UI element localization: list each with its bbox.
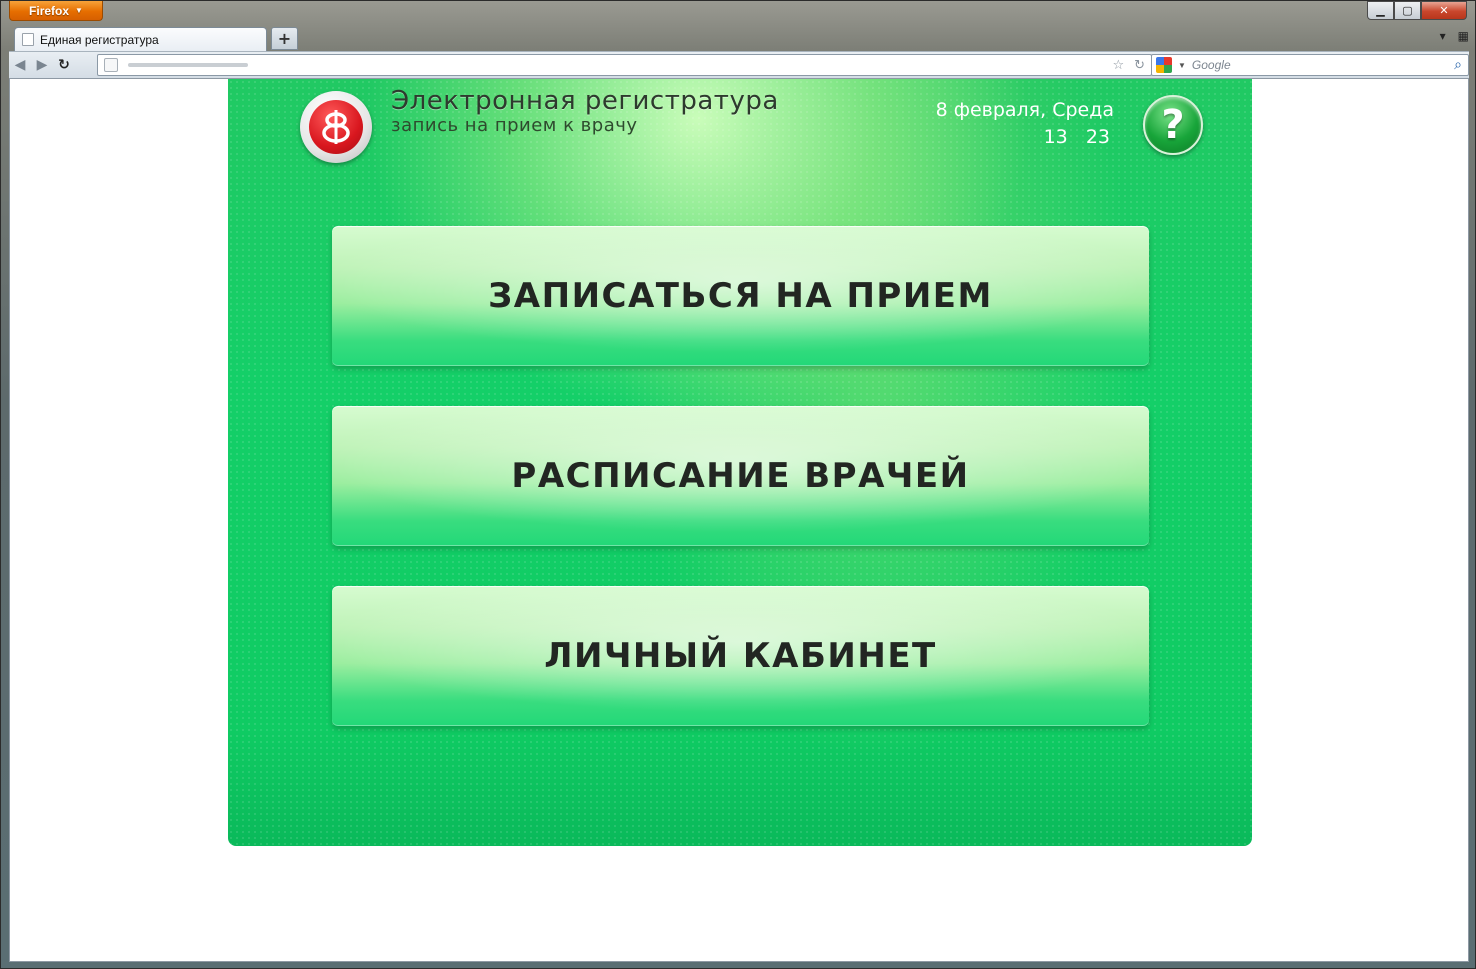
- magnifier-icon[interactable]: ⌕: [1454, 56, 1462, 73]
- close-window-button[interactable]: ✕: [1421, 1, 1467, 20]
- star-icon[interactable]: ☆: [1112, 58, 1124, 73]
- tab-title: Единая регистратура: [40, 32, 159, 47]
- url-bar-icons: ☆ ↻: [1112, 58, 1145, 73]
- personal-account-button[interactable]: ЛИЧНЫЙ КАБИНЕТ: [332, 586, 1149, 726]
- url-text-redacted: [128, 63, 248, 67]
- new-tab-button[interactable]: +: [271, 27, 298, 50]
- time-hours: 13: [1043, 126, 1068, 148]
- chevron-down-icon: ▼: [75, 6, 83, 15]
- current-date: 8 февраля, Среда: [935, 99, 1114, 121]
- forward-arrow-icon: ▶: [36, 57, 48, 73]
- back-button[interactable]: ◀: [9, 54, 31, 76]
- kiosk-panel: Электронная регистратура запись на прием…: [228, 79, 1252, 846]
- tab-active[interactable]: Единая регистратура: [14, 27, 267, 51]
- page-subtitle: запись на прием к врачу: [391, 115, 638, 136]
- minimize-button[interactable]: ▁: [1367, 1, 1394, 20]
- snake-icon: [322, 110, 350, 144]
- site-identity-icon[interactable]: [104, 58, 118, 72]
- page-icon: [22, 33, 34, 46]
- doctors-schedule-button[interactable]: РАСПИСАНИЕ ВРАЧЕЙ: [332, 406, 1149, 546]
- back-arrow-icon: ◀: [14, 57, 26, 73]
- maximize-button[interactable]: ▢: [1394, 1, 1421, 20]
- personal-account-label: ЛИЧНЫЙ КАБИНЕТ: [544, 636, 937, 676]
- book-appointment-label: ЗАПИСАТЬСЯ НА ПРИЕМ: [488, 276, 993, 316]
- book-appointment-button[interactable]: ЗАПИСАТЬСЯ НА ПРИЕМ: [332, 226, 1149, 366]
- tab-strip: Единая регистратура + ▾ ▦: [9, 25, 1469, 51]
- page-content: Электронная регистратура запись на прием…: [9, 78, 1469, 962]
- titlebar: Firefox ▼ ▁ ▢ ✕: [1, 1, 1475, 23]
- current-time: 13 23: [1044, 126, 1110, 148]
- reload-small-icon[interactable]: ↻: [1134, 58, 1145, 73]
- question-mark-icon: ?: [1161, 102, 1185, 148]
- medical-snake-logo-icon: [300, 91, 372, 163]
- time-minutes: 23: [1085, 126, 1110, 148]
- tab-groups-icon[interactable]: ▦: [1458, 29, 1469, 43]
- logo-emblem: [309, 100, 363, 154]
- list-all-tabs-icon[interactable]: ▾: [1440, 29, 1446, 43]
- help-button[interactable]: ?: [1143, 95, 1203, 155]
- doctors-schedule-label: РАСПИСАНИЕ ВРАЧЕЙ: [511, 456, 970, 496]
- chevron-down-icon[interactable]: ▼: [1178, 61, 1186, 70]
- browser-window: Firefox ▼ ▁ ▢ ✕ Единая регистратура + ▾ …: [0, 0, 1476, 969]
- reload-button[interactable]: ↻: [53, 54, 75, 76]
- search-bar[interactable]: ▼ Google ⌕: [1151, 54, 1469, 76]
- window-controls: ▁ ▢ ✕: [1367, 1, 1467, 20]
- url-bar[interactable]: ☆ ↻: [97, 54, 1152, 76]
- firefox-menu-label: Firefox: [29, 3, 70, 18]
- page-title: Электронная регистратура: [391, 86, 779, 116]
- navigation-bar: ◀ ▶ ↻ ☆ ↻ ▼ Google ⌕: [9, 51, 1469, 78]
- tab-strip-right: ▾ ▦: [1440, 29, 1469, 43]
- google-engine-icon[interactable]: [1156, 57, 1172, 73]
- firefox-menu-button[interactable]: Firefox ▼: [9, 1, 103, 21]
- forward-button[interactable]: ▶: [31, 54, 53, 76]
- reload-icon: ↻: [58, 57, 70, 73]
- search-input[interactable]: Google: [1192, 58, 1231, 72]
